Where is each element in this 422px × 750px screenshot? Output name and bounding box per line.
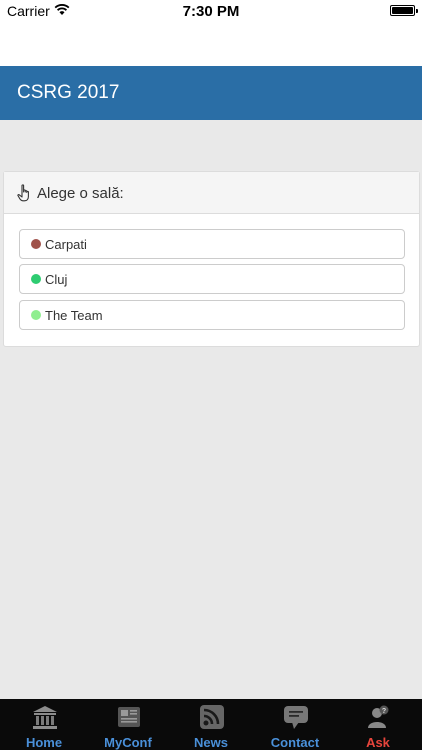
clock: 7:30 PM — [182, 3, 240, 20]
battery-icon — [390, 5, 418, 16]
room-item-carpati[interactable]: Carpati — [19, 229, 405, 259]
room-color-dot — [31, 274, 41, 284]
newspaper-icon — [118, 707, 140, 727]
tab-myconf[interactable]: MyConf — [86, 699, 170, 750]
room-item-the-team[interactable]: The Team — [19, 300, 405, 330]
tab-label: News — [194, 735, 228, 750]
tab-label: Contact — [270, 735, 320, 750]
tab-ask[interactable]: ? Ask — [336, 699, 420, 750]
svg-text:?: ? — [382, 708, 386, 715]
tab-label: Home — [25, 735, 63, 750]
tab-home[interactable]: Home — [2, 699, 86, 750]
tab-contact[interactable]: Contact — [253, 699, 337, 750]
room-item-cluj[interactable]: Cluj — [19, 264, 405, 294]
rss-icon — [200, 705, 224, 729]
tab-label: Ask — [366, 735, 390, 750]
panel-heading: Alege o sală: — [4, 172, 419, 214]
room-select-panel: Alege o sală: Carpati Cluj The Team — [3, 171, 420, 347]
room-label: The Team — [45, 308, 103, 323]
status-bar: Carrier 7:30 PM — [0, 0, 422, 22]
app-title: CSRG 2017 — [17, 82, 120, 103]
room-color-dot — [31, 310, 41, 320]
bank-icon — [33, 706, 57, 729]
hand-pointer-icon — [17, 184, 29, 202]
user-question-icon: ? — [368, 705, 389, 728]
tab-news[interactable]: News — [169, 699, 253, 750]
room-label: Cluj — [45, 272, 68, 287]
room-label: Carpati — [45, 237, 87, 252]
panel-title: Alege o sală: — [37, 185, 124, 202]
top-spacer — [0, 22, 422, 66]
app-header: CSRG 2017 — [0, 66, 422, 120]
speech-bubble-icon — [284, 706, 308, 729]
room-color-dot — [31, 239, 41, 249]
tab-bar: Home MyConf News Contact ? Ask — [0, 699, 422, 750]
tab-label: MyConf — [104, 735, 152, 750]
